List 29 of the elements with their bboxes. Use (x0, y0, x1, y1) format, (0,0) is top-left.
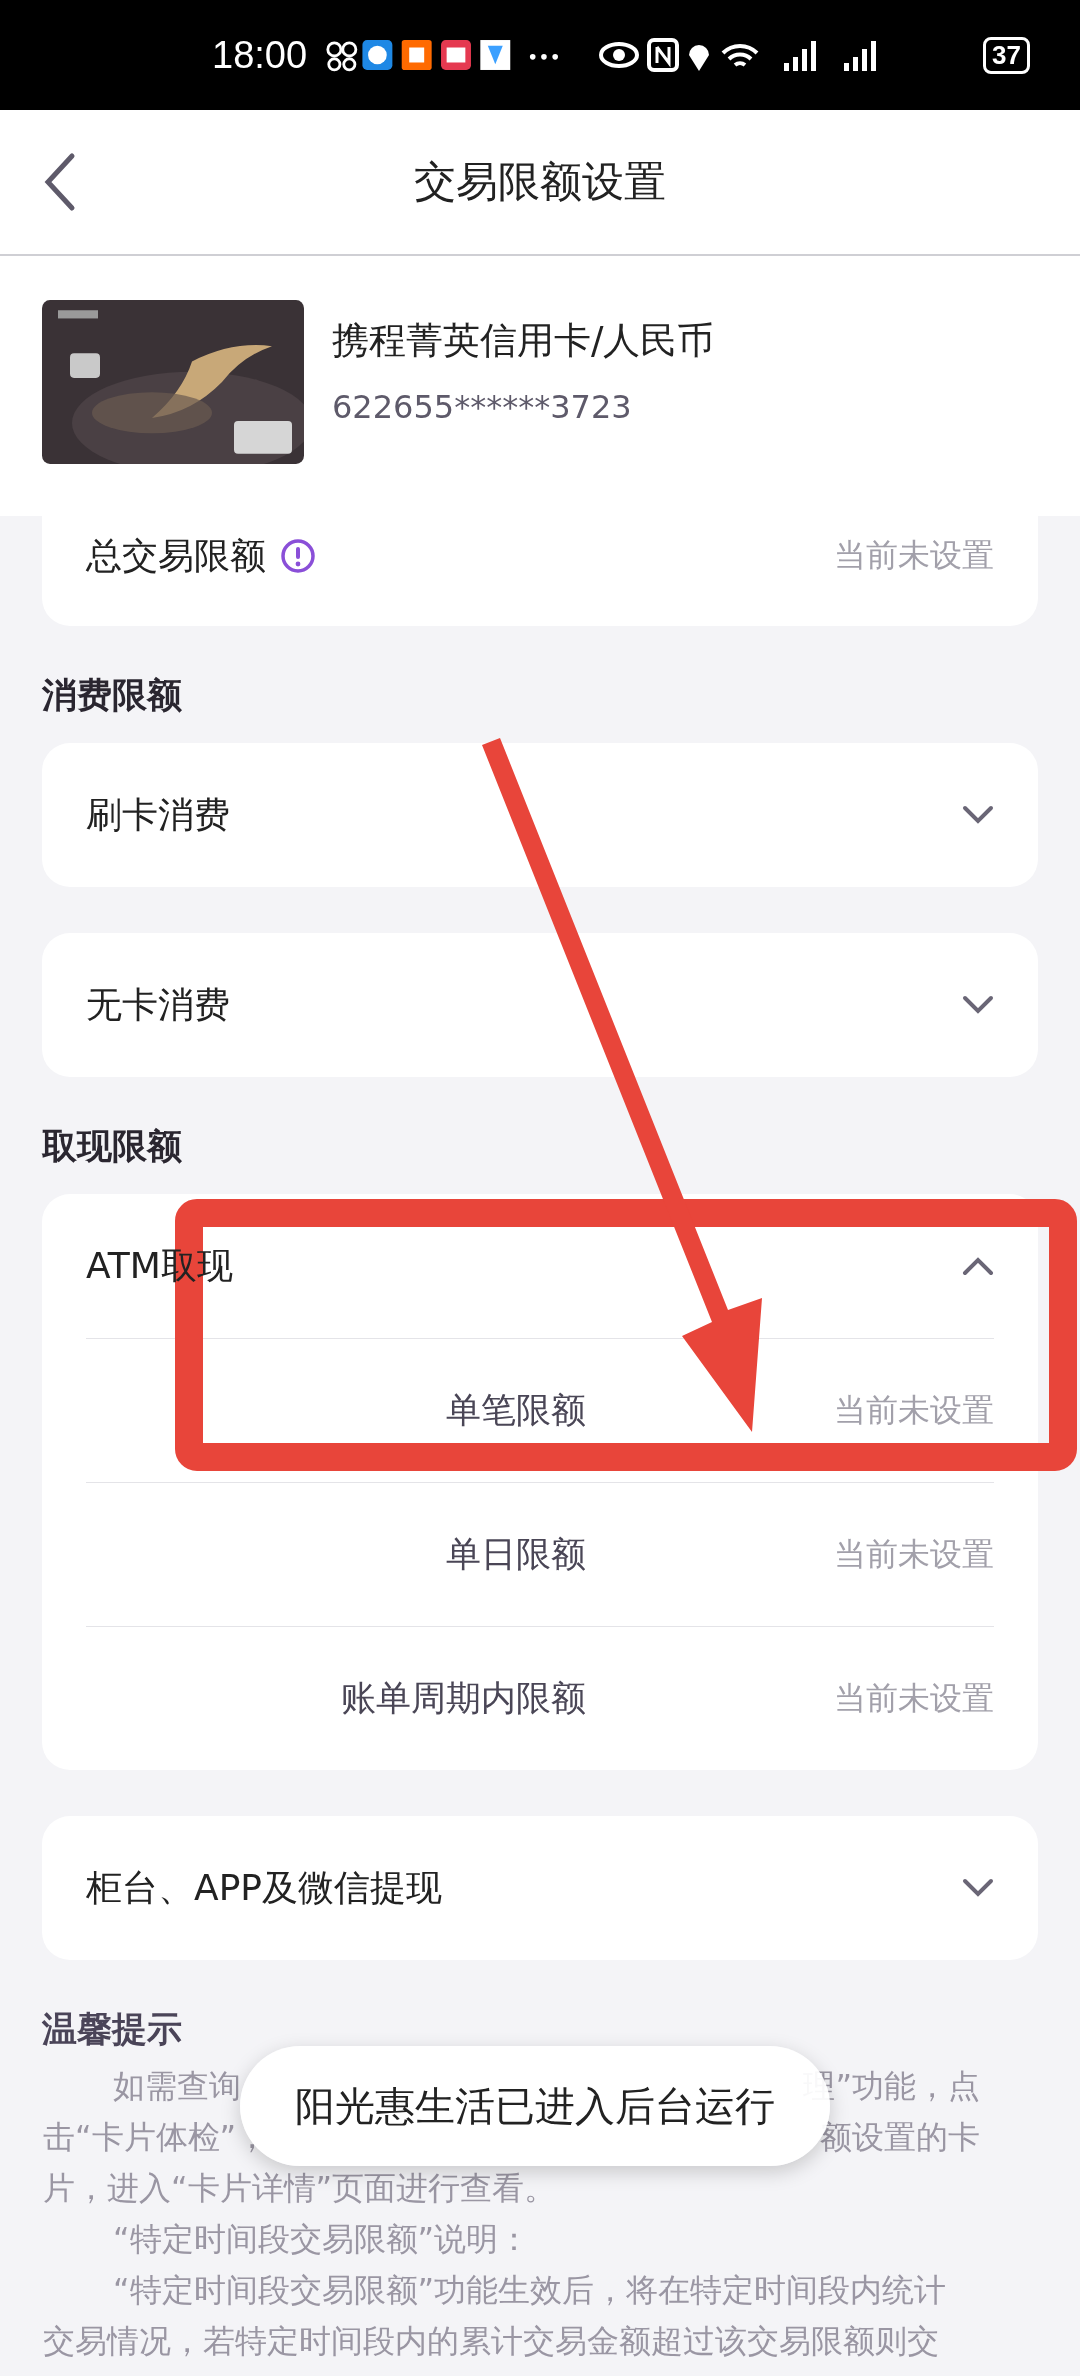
card-name: 携程菁英信用卡/人民币 (332, 318, 715, 364)
battery-level: 37 (983, 36, 1030, 74)
status-time: 18:00 (212, 33, 308, 77)
row-label[interactable]: 单日限额 (86, 1531, 586, 1578)
row-label[interactable]: 单笔限额 (86, 1387, 586, 1434)
tips-text: 交易情况，若特定时间段内的累计交易金额超过该交易限额则交 (43, 2320, 939, 2362)
row-label[interactable]: 账单周期内限额 (86, 1675, 586, 1722)
page-title: 交易限额设置 (414, 156, 666, 208)
tips-text: 击“卡片体检”， (43, 2116, 269, 2158)
limit-value: 当前未设置 (834, 1389, 994, 1431)
group-label[interactable]: 刷卡消费 (86, 790, 230, 840)
tips-text: 额设置的卡 (820, 2116, 980, 2158)
group-label[interactable]: 柜台、APP及微信提现 (86, 1863, 443, 1913)
row-label: 总交易限额 (86, 533, 266, 578)
limit-value: 当前未设置 (834, 1533, 994, 1575)
group-label[interactable]: 无卡消费 (86, 980, 230, 1030)
card-number: 622655******3723 (332, 388, 633, 426)
tips-text: 理”功能，点 (803, 2065, 980, 2107)
tips-text: “特定时间段交易限额”说明： (113, 2218, 531, 2260)
total-limit-row[interactable]: 总交易限额 当前未设置 (42, 516, 1038, 626)
tips-text: 如需查询 (113, 2065, 241, 2107)
tips-text: “特定时间段交易限额”功能生效后，将在特定时间段内统计 (113, 2269, 947, 2311)
info-icon (280, 538, 316, 574)
section-title: 取现限额 (42, 1125, 183, 1168)
limit-value: 当前未设置 (834, 1677, 994, 1719)
tips-text: 片，进入“卡片详情”页面进行查看。 (43, 2167, 557, 2209)
limit-value: 当前未设置 (834, 535, 994, 576)
section-title: 消费限额 (42, 674, 183, 717)
tips-title: 温馨提示 (42, 2008, 183, 2051)
